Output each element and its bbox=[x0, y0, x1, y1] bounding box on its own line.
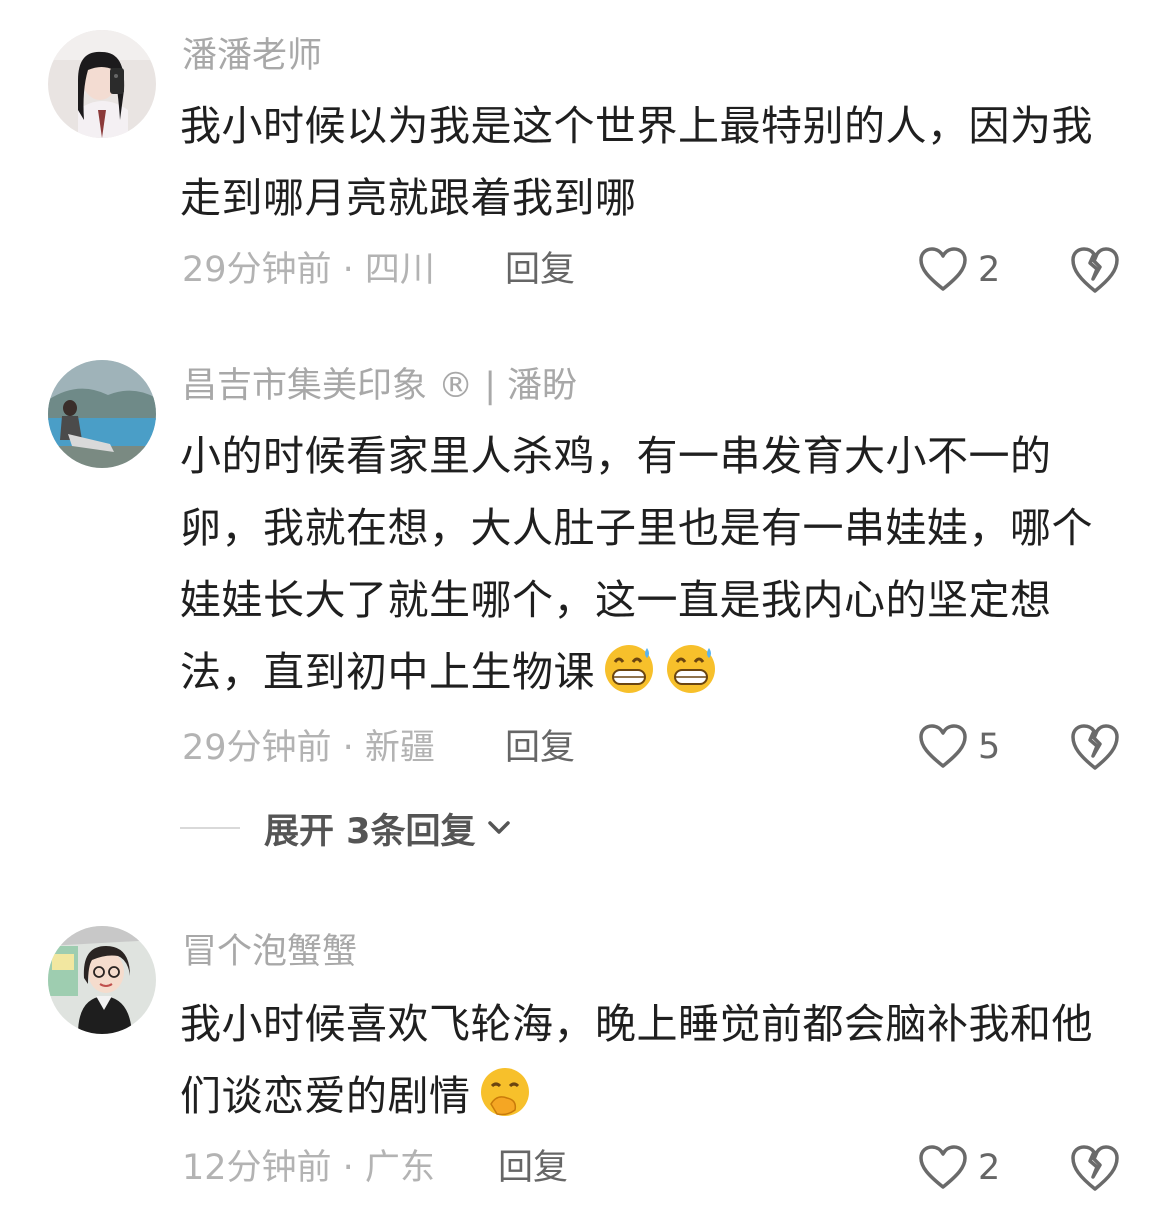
like-button[interactable]: 2 bbox=[918, 1143, 1000, 1193]
comment-meta: 29分钟前 · 新疆 bbox=[182, 728, 435, 768]
reply-button[interactable]: 回复 bbox=[505, 248, 575, 292]
expand-divider bbox=[180, 827, 240, 829]
comment-text: 小的时候看家里人杀鸡，有一串发育大小不一的卵，我就在想，大人肚子里也是有一串娃娃… bbox=[180, 420, 1110, 708]
like-count: 2 bbox=[978, 1148, 1001, 1188]
broken-heart-icon bbox=[1071, 724, 1119, 770]
reply-button[interactable]: 回复 bbox=[498, 1146, 568, 1190]
user-avatar[interactable] bbox=[48, 360, 156, 468]
broken-heart-icon bbox=[1071, 247, 1119, 293]
hand-over-mouth-emoji bbox=[480, 1068, 529, 1116]
user-avatar[interactable] bbox=[48, 926, 156, 1034]
like-button[interactable]: 5 bbox=[918, 722, 1000, 772]
username[interactable]: 冒个泡蟹蟹 bbox=[182, 930, 357, 974]
username[interactable]: 昌吉市集美印象 ® | 潘盼 bbox=[182, 364, 577, 408]
comment-meta: 29分钟前 · 四川 bbox=[182, 250, 435, 290]
comment-text: 我小时候喜欢飞轮海，晚上睡觉前都会脑补我和他们谈恋爱的剧情 bbox=[180, 988, 1110, 1132]
like-button[interactable]: 2 bbox=[918, 245, 1000, 295]
heart-outline-icon bbox=[919, 724, 967, 768]
heart-outline-icon bbox=[919, 1145, 967, 1189]
username[interactable]: 潘潘老师 bbox=[182, 34, 322, 78]
heart-outline-icon bbox=[919, 247, 967, 291]
expand-replies-button[interactable]: 展开 3条回复 bbox=[180, 803, 516, 853]
comment-meta: 12分钟前 · 广东 bbox=[182, 1148, 435, 1188]
comment-text: 我小时候以为我是这个世界上最特别的人，因为我走到哪月亮就跟着我到哪 bbox=[180, 102, 1093, 222]
like-count: 5 bbox=[978, 727, 1001, 767]
grinning-sweat-emoji bbox=[667, 645, 715, 693]
user-avatar[interactable] bbox=[48, 30, 156, 138]
like-count: 2 bbox=[978, 250, 1001, 290]
reply-button[interactable]: 回复 bbox=[505, 726, 575, 770]
expand-replies-label: 展开 3条回复 bbox=[264, 811, 476, 852]
dislike-button[interactable] bbox=[1070, 1143, 1120, 1193]
dislike-button[interactable] bbox=[1070, 245, 1120, 295]
broken-heart-icon bbox=[1071, 1145, 1119, 1191]
chevron-down-icon bbox=[487, 821, 510, 834]
comment-text-body: 我小时候喜欢飞轮海，晚上睡觉前都会脑补我和他们谈恋爱的剧情 bbox=[180, 1000, 1093, 1120]
dislike-button[interactable] bbox=[1070, 722, 1120, 772]
grinning-sweat-emoji bbox=[605, 645, 653, 693]
